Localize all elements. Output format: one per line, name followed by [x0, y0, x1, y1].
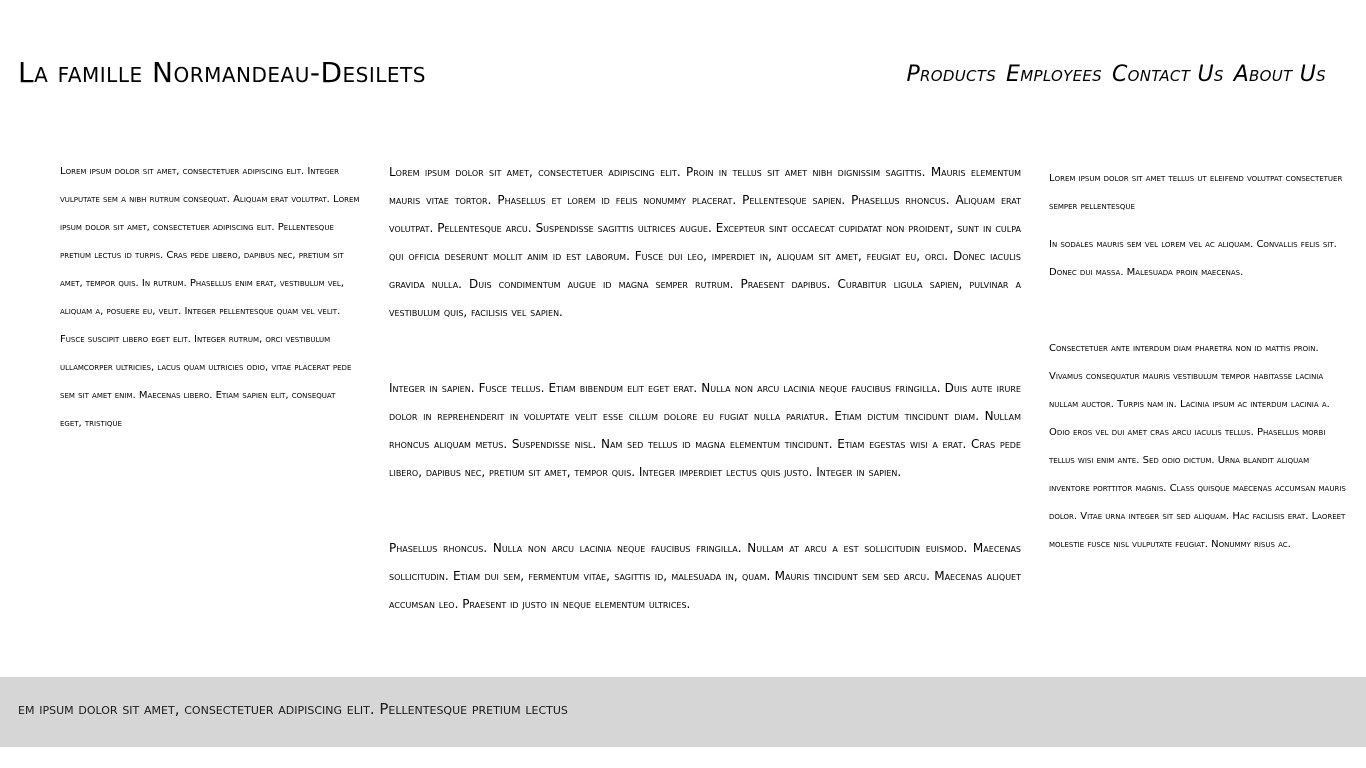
left-sidebar: Lorem ipsum dolor sit amet, consectetuer… — [60, 158, 360, 438]
right-sidebar-paragraph-2: In sodales mauris sem vel lorem vel ac a… — [1049, 239, 1337, 278]
right-sidebar: Lorem ipsum dolor sit amet tellus ut ele… — [1049, 165, 1349, 559]
main-content: Lorem ipsum dolor sit amet, consectetuer… — [389, 158, 1021, 618]
main-paragraph-2: Integer in sapien. Fusce tellus. Etiam b… — [389, 381, 1021, 479]
left-sidebar-text: Lorem ipsum dolor sit amet, consectetuer… — [60, 166, 360, 429]
right-sidebar-paragraph-3: Consectetuer ante interdum diam pharetra… — [1049, 343, 1346, 550]
main-nav: Products Employees Contact Us About Us — [906, 60, 1326, 90]
nav-link-about-us[interactable]: About Us — [1234, 60, 1326, 90]
footer-text: em ipsum dolor sit amet, consectetuer ad… — [18, 700, 568, 718]
main-paragraph-1: Lorem ipsum dolor sit amet, consectetuer… — [389, 165, 1021, 319]
footer-bar: em ipsum dolor sit amet, consectetuer ad… — [0, 677, 1366, 747]
site-title: La famille Normandeau-Desilets — [18, 56, 426, 89]
nav-link-employees[interactable]: Employees — [1006, 60, 1102, 90]
right-sidebar-paragraph-1: Lorem ipsum dolor sit amet tellus ut ele… — [1049, 173, 1343, 212]
nav-link-products[interactable]: Products — [906, 60, 996, 90]
nav-link-contact-us[interactable]: Contact Us — [1112, 60, 1224, 90]
main-paragraph-3: Phasellus rhoncus. Nulla non arcu lacini… — [389, 541, 1021, 611]
